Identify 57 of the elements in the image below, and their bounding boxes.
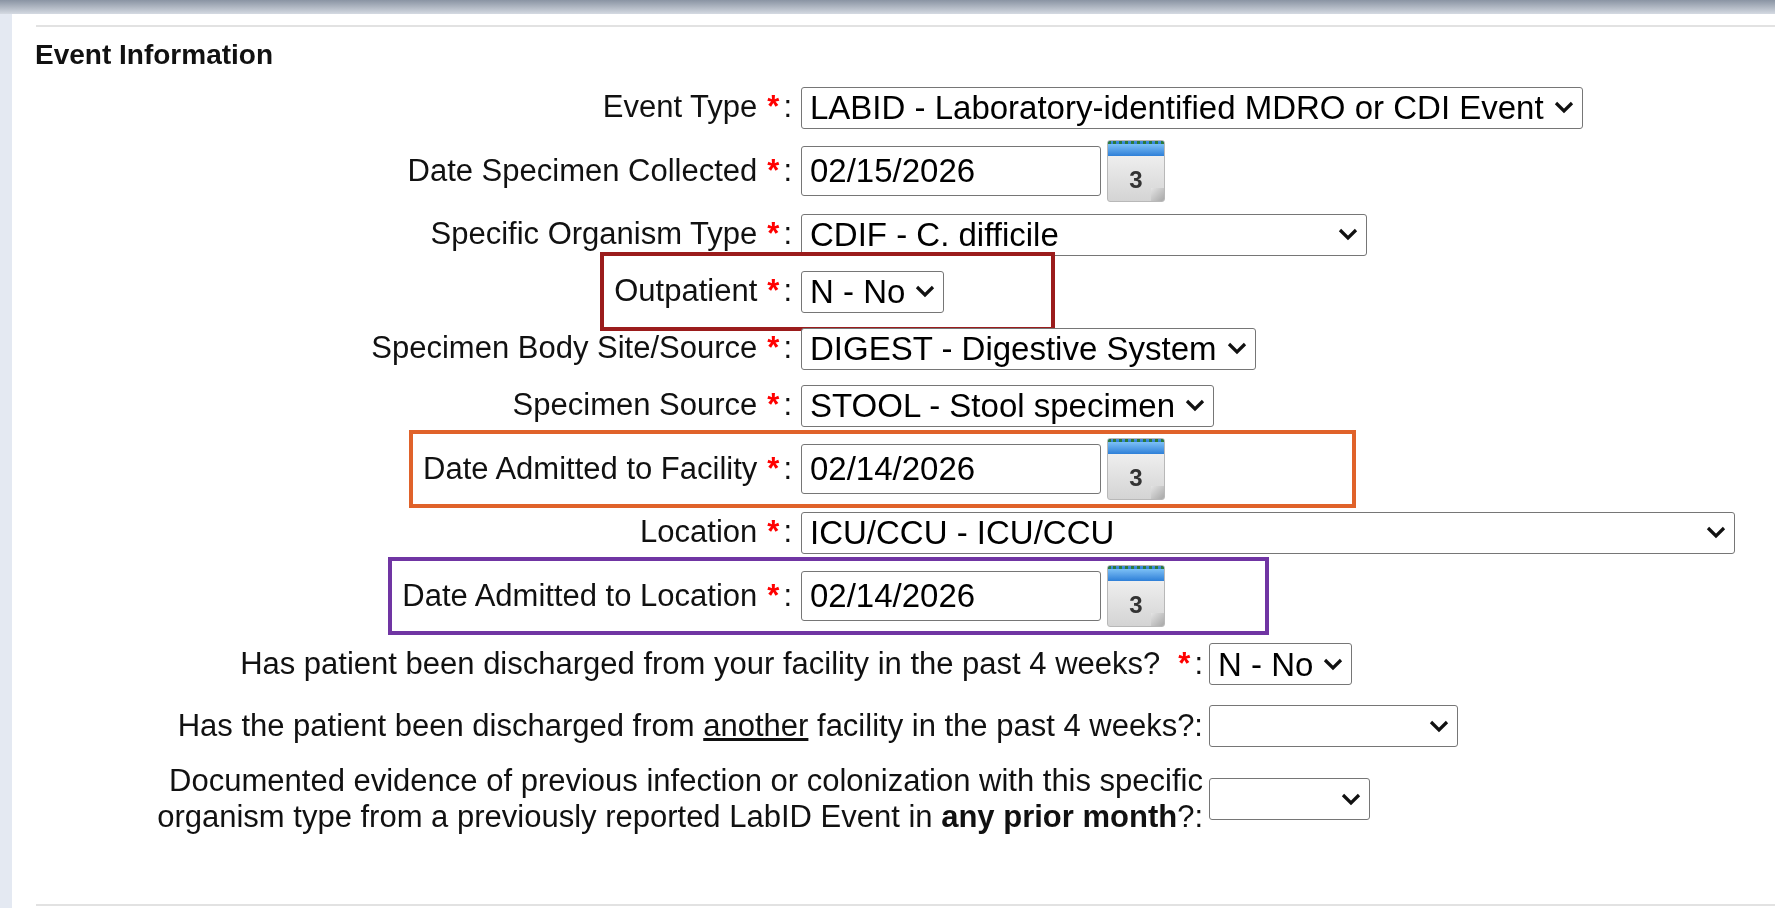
chevron-down-icon bbox=[1185, 399, 1205, 412]
chevron-down-icon bbox=[1323, 657, 1344, 671]
section-title: Event Information bbox=[35, 38, 273, 72]
chevron-down-icon bbox=[1338, 228, 1358, 241]
label-colon: : bbox=[783, 576, 792, 615]
field-label: Event Type bbox=[602, 88, 758, 127]
question-label: Has the patient been discharged from another facility in the past 4 weeks?: bbox=[177, 708, 1203, 744]
required-asterisk: * bbox=[767, 272, 780, 311]
label-colon: : bbox=[783, 513, 792, 552]
required-asterisk: * bbox=[1178, 644, 1191, 683]
field-label: Location bbox=[640, 513, 758, 552]
required-asterisk: * bbox=[767, 576, 780, 615]
field-label: Specimen Source bbox=[512, 386, 758, 425]
label-colon: : bbox=[783, 151, 792, 190]
dropdown-select[interactable]: N - No bbox=[1209, 643, 1353, 685]
dropdown-select[interactable] bbox=[1209, 778, 1370, 820]
label-colon: : bbox=[1194, 644, 1203, 683]
date-field[interactable]: 02/14/2026 bbox=[801, 571, 1101, 621]
required-asterisk: * bbox=[767, 151, 780, 190]
label-colon: : bbox=[783, 272, 792, 311]
label-colon: : bbox=[783, 329, 792, 368]
dropdown-select[interactable]: DIGEST - Digestive System bbox=[801, 327, 1256, 370]
field-label: Outpatient bbox=[614, 272, 758, 311]
chevron-down-icon bbox=[1341, 792, 1361, 806]
label-colon: : bbox=[783, 215, 792, 254]
dropdown-select[interactable]: LABID - Laboratory-identified MDRO or CDI Event bbox=[801, 86, 1583, 129]
field-label: Date Admitted to Facility bbox=[423, 449, 758, 488]
date-field[interactable]: 02/14/2026 bbox=[801, 444, 1101, 494]
required-asterisk: * bbox=[767, 449, 780, 488]
chevron-down-icon bbox=[915, 285, 936, 298]
date-field[interactable]: 02/15/2026 bbox=[801, 146, 1101, 196]
chevron-down-icon bbox=[1429, 719, 1449, 733]
required-asterisk: * bbox=[767, 88, 780, 127]
field-label: Date Specimen Collected bbox=[407, 151, 758, 190]
dropdown-select[interactable]: N - No bbox=[801, 270, 945, 313]
field-label: Specific Organism Type bbox=[430, 215, 758, 254]
calendar-icon[interactable]: 3 bbox=[1107, 438, 1165, 500]
required-asterisk: * bbox=[767, 329, 780, 368]
label-colon: : bbox=[783, 88, 792, 127]
label-colon: : bbox=[783, 386, 792, 425]
chevron-down-icon bbox=[1706, 526, 1726, 539]
question-label: Documented evidence of previous infection or colonization with this specific organism type from a previously reported LabID Event in any prior month?: bbox=[156, 763, 1203, 835]
required-asterisk: * bbox=[767, 215, 780, 254]
chevron-down-icon bbox=[1226, 342, 1247, 355]
dropdown-select[interactable]: ICU/CCU - ICU/CCU bbox=[801, 511, 1735, 554]
field-label: Date Admitted to Location bbox=[402, 576, 758, 615]
chevron-down-icon bbox=[1553, 101, 1574, 114]
required-asterisk: * bbox=[767, 513, 780, 552]
calendar-icon[interactable]: 3 bbox=[1107, 140, 1165, 202]
calendar-icon[interactable]: 3 bbox=[1107, 565, 1165, 627]
required-asterisk: * bbox=[767, 386, 780, 425]
dropdown-select[interactable] bbox=[1209, 705, 1458, 747]
dropdown-select[interactable]: CDIF - C. difficile bbox=[801, 213, 1367, 256]
dropdown-select[interactable]: STOOL - Stool specimen bbox=[801, 384, 1214, 427]
question-label: Has patient been discharged from your facility in the past 4 weeks? bbox=[240, 646, 1161, 682]
field-label: Specimen Body Site/Source bbox=[371, 329, 758, 368]
label-colon: : bbox=[783, 449, 792, 488]
